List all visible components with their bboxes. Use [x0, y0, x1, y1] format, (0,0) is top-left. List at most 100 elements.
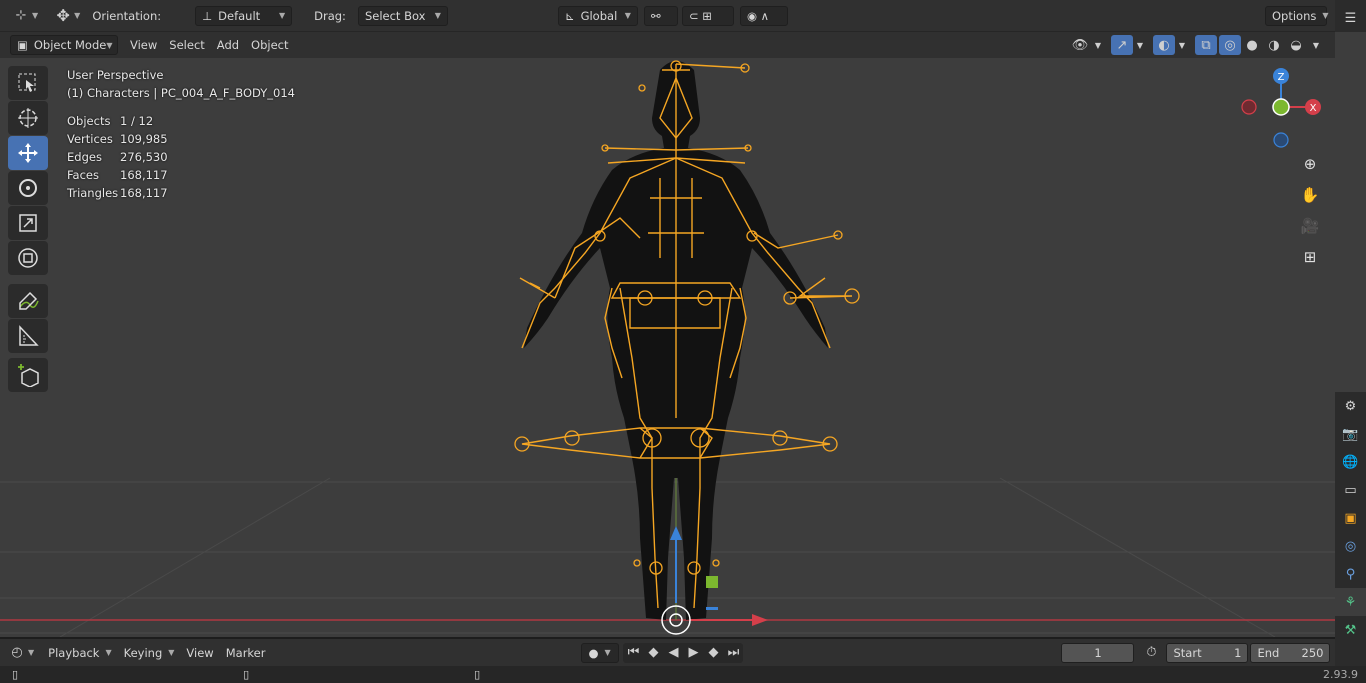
- bone-properties-icon[interactable]: ⚒: [1335, 616, 1366, 644]
- end-frame-field[interactable]: End 250: [1250, 642, 1331, 663]
- constraint-properties-icon[interactable]: ⚲: [1335, 560, 1366, 588]
- annotate-icon: [19, 291, 39, 310]
- menu-add[interactable]: Add: [211, 35, 245, 55]
- active-collection-label: (1) Characters | PC_004_A_F_BODY_014: [67, 86, 295, 100]
- armature-data-icon[interactable]: ⚘: [1335, 588, 1366, 616]
- global-axis-icon: ⊾: [564, 8, 575, 23]
- gizmo-z-label: Z: [1278, 72, 1285, 83]
- measure-tool[interactable]: [8, 319, 48, 353]
- add-cube-icon: [18, 364, 39, 387]
- chevron-down-icon: ▼: [434, 11, 441, 20]
- 3d-viewport[interactable]: Z X User Perspective (1) Characters | PC…: [0, 58, 1335, 637]
- chevron-down-icon: ▼: [624, 11, 631, 20]
- chevron-down-icon: ▼: [278, 11, 286, 20]
- stat-row: Edges 276,530: [67, 150, 168, 164]
- chevron-down-icon: ▼: [106, 40, 113, 50]
- chevron-down-icon: ▼: [1178, 40, 1186, 50]
- mouse-right-icon: ▯: [474, 668, 481, 681]
- prev-keyframe-icon[interactable]: ◆: [643, 643, 663, 663]
- perspective-label: User Perspective: [67, 68, 164, 82]
- stat-row: Triangles 168,117: [67, 186, 168, 200]
- solid-shading-icon[interactable]: ●: [1241, 35, 1263, 55]
- object-properties-icon[interactable]: ▣: [1335, 504, 1366, 532]
- scale-tool[interactable]: [8, 206, 48, 240]
- stat-row: Vertices 109,985: [67, 132, 168, 146]
- chevron-down-icon: ▼: [28, 648, 35, 657]
- cursor-tool[interactable]: [8, 101, 48, 135]
- physics-properties-icon[interactable]: ◎: [1335, 532, 1366, 560]
- gizmo-toggle-icon[interactable]: ↗: [1111, 35, 1133, 55]
- transform-tool[interactable]: [8, 241, 48, 275]
- annotate-tool[interactable]: [8, 284, 48, 318]
- chevron-down-icon: ▼: [32, 11, 39, 20]
- move-tool[interactable]: [8, 136, 48, 170]
- orientation-label: Orientation:: [92, 8, 162, 23]
- jump-start-icon[interactable]: ⏮: [623, 643, 643, 663]
- menu-view[interactable]: View: [180, 643, 219, 663]
- visibility-icon[interactable]: 👁: [1069, 35, 1091, 55]
- pan-hand-icon[interactable]: ✋: [1296, 181, 1324, 209]
- drag-dropdown[interactable]: Select Box ▼: [357, 5, 448, 26]
- tool-shelf: [8, 66, 50, 393]
- menu-playback[interactable]: Playback ▼: [42, 643, 117, 663]
- proportional-edit-dropdown[interactable]: ◉ ∧: [739, 5, 788, 26]
- chevron-down-icon: ▼: [105, 648, 112, 657]
- object-mode-icon: ▣: [17, 38, 28, 52]
- wireframe-shading-icon[interactable]: ◎: [1219, 35, 1241, 55]
- transform-pivot-icon[interactable]: ⊹: [10, 6, 32, 26]
- play-icon[interactable]: ▶: [683, 643, 703, 663]
- collection-properties-icon[interactable]: ▭: [1335, 476, 1366, 504]
- rendered-shading-icon[interactable]: ◒: [1285, 35, 1307, 55]
- menu-marker[interactable]: Marker: [220, 643, 272, 663]
- collapsed-panel: [1335, 32, 1366, 392]
- menu-view[interactable]: View: [124, 35, 163, 55]
- start-frame-field[interactable]: Start 1: [1166, 642, 1249, 663]
- menu-keying[interactable]: Keying ▼: [118, 643, 181, 663]
- material-shading-icon[interactable]: ◑: [1263, 35, 1285, 55]
- next-keyframe-icon[interactable]: ◆: [703, 643, 723, 663]
- options-dropdown[interactable]: Options ▼: [1265, 5, 1329, 26]
- perspective-grid-icon[interactable]: ⊞: [1296, 243, 1324, 271]
- rotate-tool[interactable]: [8, 171, 48, 205]
- record-icon: ●: [588, 645, 599, 660]
- add-cube-tool[interactable]: [8, 358, 48, 392]
- move-gizmo-icon[interactable]: ✥: [52, 6, 74, 26]
- jump-end-icon[interactable]: ⏭: [723, 643, 743, 663]
- navigation-controls: ⊕ ✋ 🎥 ⊞: [1296, 150, 1324, 274]
- transform-gizmo[interactable]: [661, 526, 768, 635]
- transform-icon: [18, 248, 38, 268]
- orientation-dropdown[interactable]: ⊥ Default ▼: [195, 5, 293, 26]
- snap-dropdown[interactable]: ⊂ ⊞: [681, 5, 734, 26]
- render-properties-icon[interactable]: 📷: [1335, 420, 1366, 448]
- gizmo-x-label: X: [1310, 103, 1317, 114]
- cursor-select-icon: [18, 73, 36, 92]
- outliner-icon[interactable]: ☰: [1335, 4, 1366, 32]
- chevron-down-icon: ▼: [1136, 40, 1144, 50]
- auto-keying-toggle[interactable]: ● ▼: [581, 642, 620, 663]
- menu-object[interactable]: Object: [245, 35, 294, 55]
- select-box-tool[interactable]: [8, 66, 48, 100]
- transform-orientation-dropdown[interactable]: ⊾ Global ▼: [557, 5, 638, 26]
- stat-row: Objects 1 / 12: [67, 114, 154, 128]
- measure-icon: [19, 325, 39, 346]
- menu-select[interactable]: Select: [163, 35, 210, 55]
- camera-icon[interactable]: 🎥: [1296, 212, 1324, 240]
- tool-properties-icon[interactable]: ⚙: [1335, 392, 1366, 420]
- chevron-down-icon: ▼: [1094, 40, 1102, 50]
- overlay-toggle-icon[interactable]: ◐: [1153, 35, 1175, 55]
- pivot-point-dropdown[interactable]: ⚯: [643, 5, 678, 26]
- navigation-gizmo[interactable]: Z X: [1241, 68, 1321, 148]
- mode-dropdown[interactable]: ▣ Object Mode ▼: [10, 35, 118, 55]
- current-frame-field[interactable]: 1: [1061, 642, 1135, 663]
- properties-editor-tabs: ☰ ⚙ 📷 🌐 ▭ ▣ ◎ ⚲ ⚘ ⚒: [1335, 0, 1366, 666]
- chevron-down-icon: ▼: [1322, 11, 1329, 20]
- version-label: 2.93.9: [1323, 668, 1358, 681]
- mouse-left-icon: ▯: [12, 668, 19, 681]
- zoom-icon[interactable]: ⊕: [1296, 150, 1324, 178]
- clock-icon[interactable]: ◴: [6, 643, 28, 663]
- world-properties-icon[interactable]: 🌐: [1335, 448, 1366, 476]
- stopwatch-icon[interactable]: ⏱: [1140, 643, 1162, 663]
- play-reverse-icon[interactable]: ◀: [663, 643, 683, 663]
- viewport-info-overlay: User Perspective (1) Characters | PC_004…: [67, 66, 295, 202]
- xray-toggle-icon[interactable]: ⧉: [1195, 35, 1217, 55]
